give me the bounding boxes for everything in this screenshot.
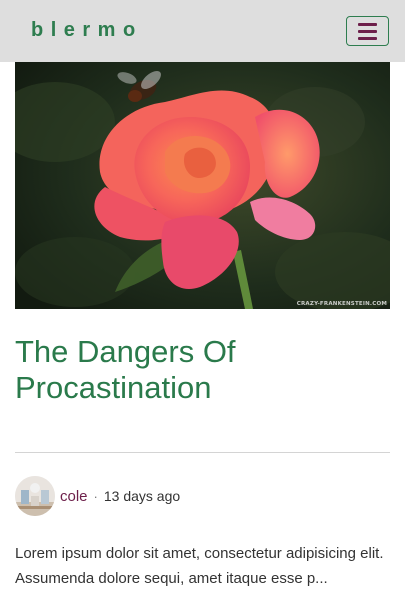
- post-excerpt: Lorem ipsum dolor sit amet, consectetur …: [15, 545, 384, 587]
- image-watermark: CRAZY-FRANKENSTEIN.COM: [296, 301, 387, 307]
- post-timestamp: 13 days ago: [103, 488, 181, 504]
- menu-toggle-button[interactable]: [346, 16, 389, 46]
- post-meta: cole · 13 days ago: [15, 476, 180, 516]
- hamburger-menu-icon-bar: [358, 36, 377, 40]
- hamburger-menu-icon: [358, 22, 377, 26]
- avatar[interactable]: [15, 476, 55, 516]
- author-avatar-image: [15, 476, 55, 516]
- hamburger-menu-icon-bar: [358, 29, 377, 33]
- brand-logo-link[interactable]: blermo: [31, 19, 143, 42]
- divider: [15, 452, 390, 453]
- post-featured-image[interactable]: CRAZY-FRANKENSTEIN.COM: [15, 62, 390, 309]
- post-title[interactable]: The Dangers Of Procastination: [15, 334, 390, 406]
- author-link[interactable]: cole: [60, 488, 88, 505]
- navbar: blermo: [0, 0, 405, 62]
- rose-image: [15, 62, 390, 309]
- meta-separator: ·: [93, 488, 98, 504]
